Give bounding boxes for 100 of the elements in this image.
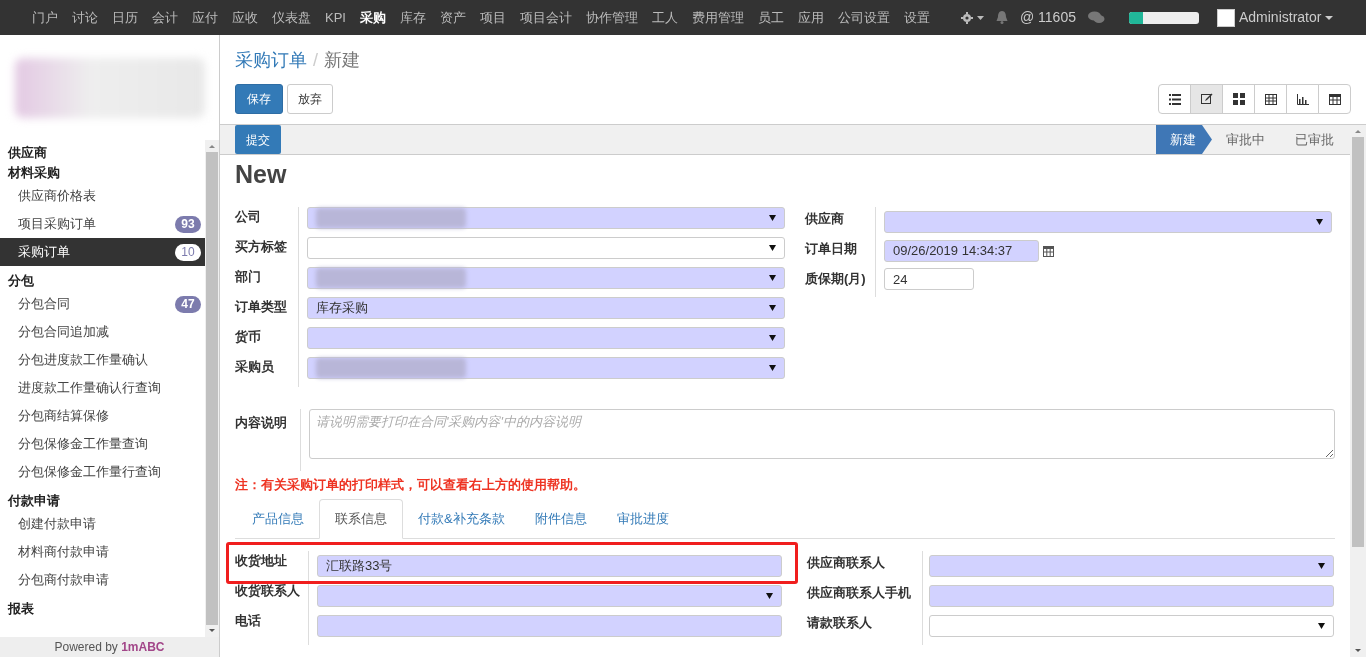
- nav-menu-item[interactable]: 应收: [225, 7, 265, 28]
- discard-button[interactable]: 放弃: [287, 84, 333, 114]
- view-switch-button[interactable]: [1222, 84, 1255, 114]
- nav-menu-item[interactable]: 协作管理: [578, 7, 645, 28]
- breadcrumb-separator: /: [313, 49, 318, 72]
- menu-section-title: 付款申请: [6, 492, 61, 510]
- nav-menu-item[interactable]: 库存: [392, 7, 433, 28]
- breadcrumb-link[interactable]: 采购订单: [235, 47, 307, 74]
- calendar-icon[interactable]: [1043, 244, 1054, 257]
- select-field[interactable]: [929, 614, 1334, 637]
- select-field[interactable]: [307, 327, 785, 349]
- sidebar-item[interactable]: 分包保修金工作量查询: [0, 430, 205, 458]
- form-tab[interactable]: 审批进度: [601, 498, 684, 539]
- dropdown-caret-icon: [1318, 622, 1325, 629]
- count-badge: 93: [175, 215, 201, 233]
- date-field[interactable]: 09/26/2019 14:34:37: [884, 239, 1039, 262]
- form-tab[interactable]: 附件信息: [519, 498, 602, 539]
- view-switch-button[interactable]: [1190, 84, 1223, 114]
- settings-menu[interactable]: [960, 11, 984, 24]
- menu-section-title: 分包: [7, 272, 35, 290]
- input-field[interactable]: 24: [884, 268, 974, 291]
- sidebar-item[interactable]: 创建付款申请: [0, 510, 205, 538]
- nav-menu-item[interactable]: 公司设置: [830, 7, 897, 28]
- view-switch-button[interactable]: [1254, 84, 1287, 114]
- dropdown-caret-icon: [769, 365, 776, 371]
- status-stage[interactable]: 新建: [1156, 125, 1212, 154]
- nav-menu-item[interactable]: 费用管理: [684, 7, 751, 28]
- field-label: 收货联系人: [235, 581, 301, 600]
- print-note: 注：有关采购订单的打印样式，可以查看右上方的使用帮助。: [235, 476, 587, 494]
- field-label: 订单日期: [805, 240, 858, 258]
- caret-icon: [1325, 15, 1334, 20]
- dropdown-caret-icon: [769, 245, 776, 251]
- nav-menu-item[interactable]: 讨论: [65, 7, 105, 28]
- field-label: 买方标签: [235, 238, 288, 256]
- form-tab[interactable]: 付款&补充条款: [403, 498, 520, 539]
- view-switch-button[interactable]: [1158, 84, 1191, 114]
- nav-menu-item[interactable]: 仪表盘: [265, 7, 318, 28]
- select-field[interactable]: [884, 211, 1332, 233]
- dropdown-caret-icon: [769, 335, 776, 341]
- select-field[interactable]: [307, 267, 785, 289]
- input-field[interactable]: 汇联路33号: [317, 554, 782, 577]
- select-field[interactable]: [307, 357, 785, 379]
- nav-menu-item[interactable]: 项目会计: [512, 7, 579, 28]
- nav-menu-item[interactable]: 工人: [644, 7, 685, 28]
- field-label: 供应商联系人: [807, 553, 886, 572]
- status-stage[interactable]: 审批中: [1212, 125, 1281, 154]
- sidebar-item[interactable]: 项目采购订单 93: [0, 210, 205, 238]
- field-label: 供应商联系人手机: [807, 583, 912, 602]
- view-switch-button[interactable]: [1318, 84, 1351, 114]
- sidebar-item[interactable]: 进度款工作量确认行查询: [0, 374, 205, 402]
- input-field[interactable]: [929, 584, 1334, 607]
- user-avatar: [1216, 8, 1235, 27]
- sidebar-item[interactable]: 分包商结算保修: [0, 402, 205, 430]
- dropdown-caret-icon: [1318, 562, 1325, 569]
- field-label: 订单类型: [235, 298, 288, 316]
- nav-menu-item[interactable]: 项目: [472, 7, 513, 28]
- sidebar-item[interactable]: 分包合同 47: [0, 290, 205, 318]
- select-field[interactable]: [307, 237, 785, 259]
- dropdown-caret-icon: [766, 592, 773, 599]
- nav-menu-item[interactable]: 设置: [896, 7, 937, 28]
- status-stage[interactable]: 已审批: [1281, 125, 1350, 154]
- kanban-view-icon: [1232, 93, 1245, 105]
- sidebar-item[interactable]: 供应商价格表: [0, 182, 205, 210]
- sidebar-item[interactable]: 采购订单 10: [0, 238, 205, 266]
- nav-menu-item[interactable]: 应用: [790, 7, 831, 28]
- description-textarea[interactable]: 请说明需要打印在合同'采购内容'中的内容说明: [309, 409, 1335, 459]
- nav-menu-item[interactable]: 日历: [105, 7, 145, 28]
- dropdown-caret-icon: [769, 215, 776, 221]
- sidebar-item[interactable]: 分包合同追加减: [0, 318, 205, 346]
- chat-icon[interactable]: [1087, 11, 1105, 24]
- sidebar-item[interactable]: 分包进度款工作量确认: [0, 346, 205, 374]
- sidebar-item[interactable]: 材料商付款申请: [0, 538, 205, 566]
- nav-menu-item[interactable]: 采购: [352, 7, 393, 28]
- select-field[interactable]: [317, 584, 782, 607]
- select-field[interactable]: 库存采购: [307, 297, 785, 319]
- bell-icon[interactable]: [995, 11, 1008, 24]
- submit-button[interactable]: 提交: [235, 125, 281, 154]
- record-title: New: [235, 159, 288, 189]
- select-field[interactable]: [307, 207, 785, 229]
- nav-menu-item[interactable]: 员工: [750, 7, 791, 28]
- mention-counter[interactable]: @ 11605: [1019, 7, 1076, 28]
- field-label: 供应商: [805, 210, 845, 228]
- settings-icon: [960, 11, 973, 24]
- sidebar-scrollbar[interactable]: [205, 140, 219, 637]
- form-tab[interactable]: 产品信息: [237, 498, 319, 539]
- menu-section-title: 材料采购: [7, 164, 61, 182]
- nav-menu-item[interactable]: 资产: [432, 7, 473, 28]
- nav-menu-item[interactable]: 门户: [25, 7, 65, 28]
- nav-menu-item[interactable]: 会计: [145, 7, 185, 28]
- user-menu[interactable]: Administrator: [1216, 7, 1334, 28]
- input-field[interactable]: [317, 614, 782, 637]
- save-button[interactable]: 保存: [235, 84, 283, 114]
- view-switch-button[interactable]: [1286, 84, 1319, 114]
- sidebar-item[interactable]: 分包商付款申请: [0, 566, 205, 594]
- form-tab[interactable]: 联系信息: [319, 498, 403, 539]
- form-scrollbar[interactable]: [1350, 125, 1366, 657]
- nav-menu-item[interactable]: 应付: [185, 7, 225, 28]
- nav-menu-item[interactable]: KPI: [318, 7, 353, 28]
- select-field[interactable]: [929, 554, 1334, 577]
- sidebar-item[interactable]: 分包保修金工作量行查询: [0, 458, 205, 486]
